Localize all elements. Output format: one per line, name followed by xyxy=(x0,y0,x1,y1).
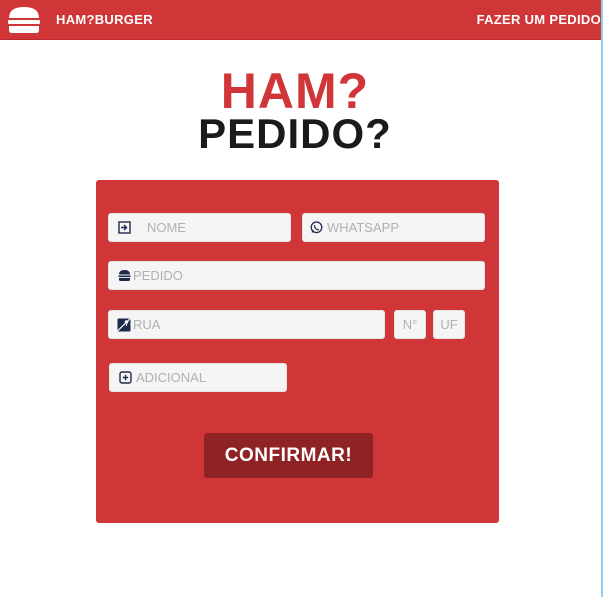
uf-input[interactable] xyxy=(434,311,464,338)
nome-field[interactable] xyxy=(108,213,291,242)
pedido-input[interactable] xyxy=(131,262,484,289)
whatsapp-field[interactable] xyxy=(302,213,485,242)
uf-field[interactable] xyxy=(433,310,465,339)
plus-square-icon xyxy=(118,371,132,385)
order-nav-link[interactable]: FAZER UM PEDIDO xyxy=(477,12,601,27)
burger-icon xyxy=(117,269,131,283)
pedido-field[interactable] xyxy=(108,261,485,290)
confirm-button[interactable]: CONFIRMAR! xyxy=(204,433,373,478)
page-title-line2: PEDIDO? xyxy=(198,110,392,157)
adicional-field[interactable] xyxy=(109,363,287,392)
numero-field[interactable] xyxy=(394,310,426,339)
order-form: CONFIRMAR! xyxy=(96,180,499,523)
whatsapp-icon xyxy=(309,221,323,235)
nome-input[interactable] xyxy=(131,214,290,241)
page-title-line1: HAM? xyxy=(220,63,370,119)
brand-name[interactable]: HAM?BURGER xyxy=(56,12,153,27)
navbar: HAM?BURGER FAZER UM PEDIDO xyxy=(0,0,601,40)
sign-in-icon xyxy=(117,221,131,235)
whatsapp-input[interactable] xyxy=(323,214,484,241)
rua-field[interactable] xyxy=(108,310,385,339)
map-icon xyxy=(117,317,131,332)
adicional-input[interactable] xyxy=(132,364,286,391)
numero-input[interactable] xyxy=(395,311,425,338)
burger-logo-icon[interactable] xyxy=(6,6,42,34)
rua-input[interactable] xyxy=(131,311,384,338)
